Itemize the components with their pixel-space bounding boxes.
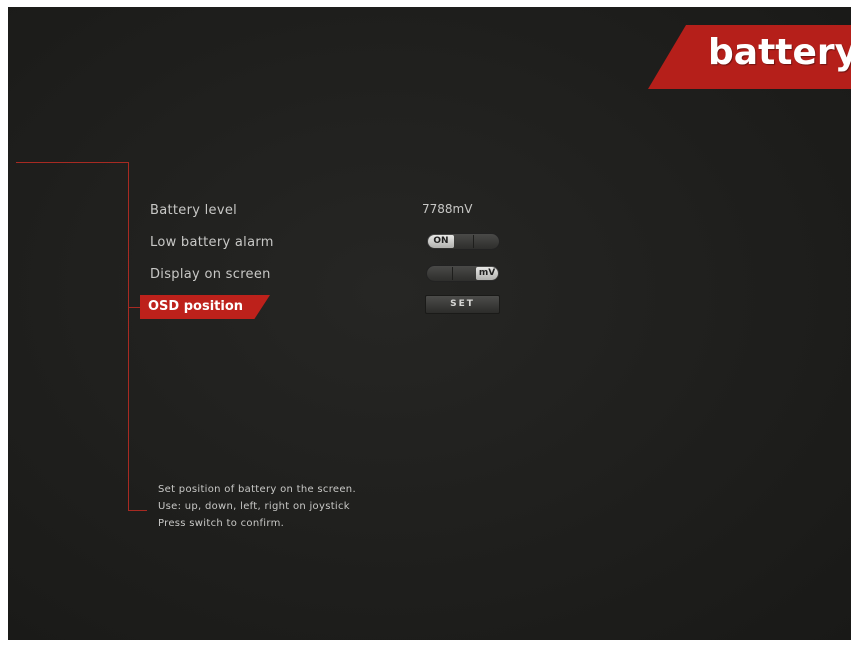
battery-level-value: 7788mV: [422, 202, 473, 216]
osd-screen: battery Battery level 7788mV Low battery…: [8, 7, 851, 640]
low-battery-alarm-toggle[interactable]: ON: [426, 233, 500, 250]
menu-bracket-line: [128, 162, 129, 510]
menu-item-osd-position[interactable]: OSD position: [148, 299, 243, 314]
set-button[interactable]: SET: [425, 295, 500, 314]
page-title: battery: [708, 32, 851, 73]
display-on-screen-toggle[interactable]: mV: [426, 265, 500, 282]
toggle-segment-divider: [473, 235, 474, 248]
menu-item-battery-level[interactable]: Battery level: [150, 203, 237, 218]
help-line: Press switch to confirm.: [158, 518, 285, 529]
toggle-on-label: ON: [428, 235, 454, 248]
menu-bracket-bottom: [128, 510, 147, 511]
menu-item-display-on-screen[interactable]: Display on screen: [150, 267, 271, 282]
help-line: Set position of battery on the screen.: [158, 484, 356, 495]
toggle-mv-label: mV: [476, 267, 498, 280]
help-text: Set position of battery on the screen. U…: [158, 481, 356, 532]
menu-item-low-battery-alarm[interactable]: Low battery alarm: [150, 235, 274, 250]
help-line: Use: up, down, left, right on joystick: [158, 501, 350, 512]
menu-bracket-top: [16, 162, 129, 163]
toggle-segment-divider: [452, 267, 453, 280]
menu-bracket-selector: [128, 307, 140, 308]
